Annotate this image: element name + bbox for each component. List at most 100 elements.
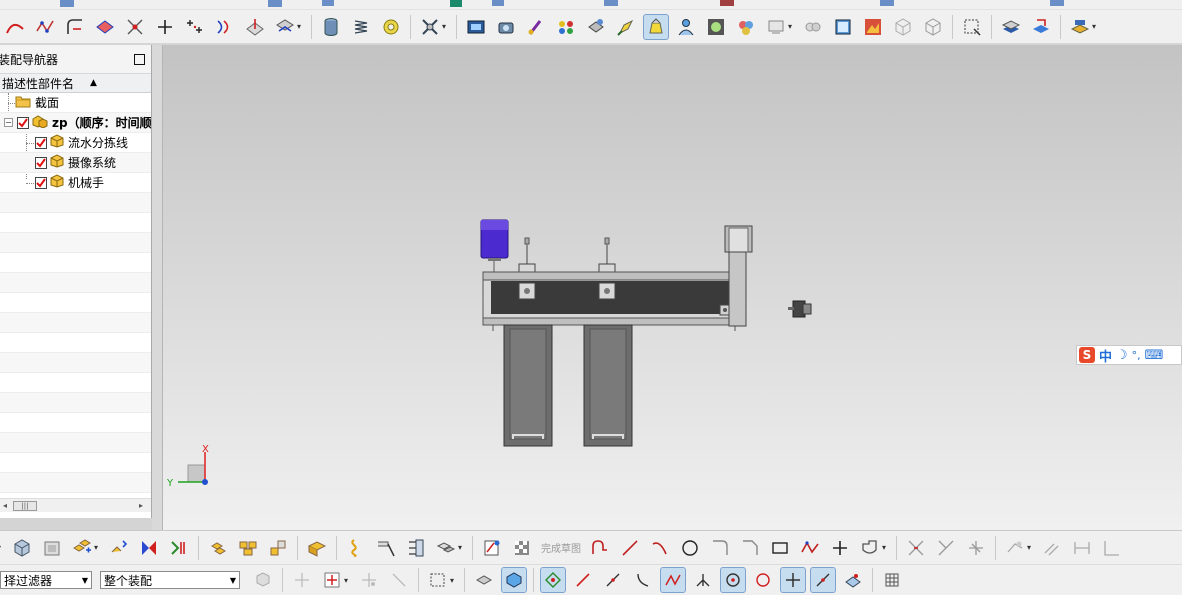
render-frame-icon[interactable] — [764, 15, 788, 39]
material-icon[interactable] — [584, 15, 608, 39]
snap-line-icon[interactable] — [601, 568, 625, 592]
rectangle-icon[interactable] — [768, 536, 792, 560]
rectangle-select-icon[interactable] — [426, 568, 450, 592]
wire-harness-icon[interactable] — [404, 536, 428, 560]
parallel-constraint-icon[interactable] — [1040, 536, 1064, 560]
sketch-options-icon[interactable] — [1100, 536, 1124, 560]
chevron-down-icon[interactable]: ▾ — [450, 576, 458, 585]
snap-existing-point-icon[interactable] — [780, 567, 806, 593]
snap-point-icon[interactable] — [290, 568, 314, 592]
chevron-down-icon[interactable]: ▾ — [297, 22, 305, 31]
cube-view-icon[interactable] — [831, 15, 855, 39]
chevron-down-icon[interactable]: ▾ — [94, 543, 102, 552]
profile-icon[interactable] — [588, 536, 612, 560]
point-set-icon[interactable] — [183, 15, 207, 39]
point-icon[interactable] — [828, 536, 852, 560]
chevron-down-icon[interactable]: ▾ — [458, 543, 466, 552]
snap-on-surface-icon[interactable] — [841, 568, 865, 592]
trim-curve-icon[interactable] — [123, 15, 147, 39]
assembly-constraint-icon[interactable] — [167, 536, 191, 560]
work-layer-icon[interactable] — [1068, 15, 1092, 39]
offset-curve-icon[interactable] — [213, 15, 237, 39]
mirror-assembly-icon[interactable] — [107, 536, 131, 560]
arc-icon[interactable] — [3, 15, 27, 39]
chevron-down-icon[interactable]: ▾ — [882, 543, 890, 552]
surface-patch-icon[interactable] — [93, 15, 117, 39]
chevron-down-icon[interactable]: ▾ — [1027, 543, 1035, 552]
offset-sketch-icon[interactable] — [858, 536, 882, 560]
chevron-down-icon[interactable]: ▾ — [442, 22, 450, 31]
component-array-icon[interactable] — [70, 536, 94, 560]
add-component-icon[interactable] — [10, 536, 34, 560]
component-group-icon[interactable] — [434, 536, 458, 560]
finish-sketch-flag-icon[interactable] — [510, 536, 534, 560]
visibility-checkbox[interactable] — [35, 136, 47, 149]
user-scene-icon[interactable] — [674, 15, 698, 39]
fillet-curve-icon[interactable] — [63, 15, 87, 39]
visibility-checkbox[interactable] — [17, 116, 29, 129]
column-header-part-name[interactable]: 描述性部件名 ▲ — [0, 73, 151, 93]
color-dots-icon[interactable] — [554, 15, 578, 39]
parts-list-icon[interactable] — [236, 536, 260, 560]
chevron-down-icon[interactable]: ▾ — [788, 22, 796, 31]
move-handle-icon[interactable] — [357, 568, 381, 592]
scrollbar-thumb[interactable]: ||| — [13, 500, 37, 511]
new-component-icon[interactable] — [40, 536, 64, 560]
snap-on-curve-icon[interactable] — [810, 567, 836, 593]
probe-icon[interactable] — [387, 568, 411, 592]
view-film-icon[interactable] — [464, 15, 488, 39]
ime-logo[interactable]: S — [1079, 347, 1095, 363]
tree-row-section[interactable]: 截面 — [0, 93, 151, 113]
image-icon[interactable] — [861, 15, 885, 39]
scroll-left-icon[interactable]: ◂ — [3, 501, 7, 510]
sphere-group-icon[interactable] — [734, 15, 758, 39]
spring-link-icon[interactable] — [344, 536, 368, 560]
snap-intersection-icon[interactable] — [691, 568, 715, 592]
scroll-right-icon[interactable]: ▸ — [139, 501, 143, 510]
ime-punctuation-icon[interactable]: °, — [1132, 349, 1141, 362]
wireframe-cube-icon[interactable] — [891, 15, 915, 39]
chevron-down-icon[interactable]: ▾ — [0, 543, 5, 552]
point-icon[interactable] — [153, 15, 177, 39]
select-frame-icon[interactable] — [960, 15, 984, 39]
visibility-checkbox[interactable] — [35, 156, 47, 169]
snap-quadrant-icon[interactable] — [751, 568, 775, 592]
intersect-curve-icon[interactable] — [273, 15, 297, 39]
ime-keyboard-icon[interactable]: ⌨ — [1145, 348, 1164, 363]
snap-curve-icon[interactable] — [631, 568, 655, 592]
clearance-icon[interactable] — [374, 536, 398, 560]
layer-blue-icon[interactable] — [999, 15, 1023, 39]
circle-icon[interactable] — [678, 536, 702, 560]
tree-row-assembly-root[interactable]: − zp（顺序：时间顺 — [0, 113, 151, 133]
line-icon[interactable] — [618, 536, 642, 560]
ime-halfwidth-icon[interactable]: ☽ — [1116, 348, 1128, 363]
project-curve-icon[interactable] — [243, 15, 267, 39]
snap-endpoints-icon[interactable] — [540, 567, 566, 593]
navigator-horizontal-scrollbar[interactable]: ◂ ||| ▸ — [0, 498, 151, 512]
constraint-icon[interactable] — [1003, 536, 1027, 560]
dimension-icon[interactable] — [1070, 536, 1094, 560]
graphics-viewport[interactable]: X Y — [162, 45, 1182, 530]
tree-row-robot-arm[interactable]: 机械手 — [0, 173, 151, 193]
studio-spline-icon[interactable] — [33, 15, 57, 39]
type-filter-dropdown[interactable]: 择过滤器 ▼ — [0, 571, 92, 589]
arc-icon[interactable] — [648, 536, 672, 560]
layer-move-icon[interactable] — [1029, 15, 1053, 39]
snap-midpoint-icon[interactable] — [571, 568, 595, 592]
chamfer-icon[interactable] — [738, 536, 762, 560]
collapse-toggle[interactable]: − — [4, 118, 13, 127]
snap-control-point-icon[interactable] — [660, 567, 686, 593]
scope-filter-dropdown[interactable]: 整个装配 ▼ — [100, 571, 240, 589]
chevron-down-icon[interactable]: ▾ — [1092, 22, 1100, 31]
selection-scope-icon[interactable] — [320, 568, 344, 592]
explode-view-icon[interactable] — [206, 536, 230, 560]
tree-row-camera-system[interactable]: 摄像系统 — [0, 153, 151, 173]
quick-trim-icon[interactable] — [904, 536, 928, 560]
camera-icon[interactable] — [494, 15, 518, 39]
brush-icon[interactable] — [524, 15, 548, 39]
chevron-down-icon[interactable]: ▾ — [344, 576, 352, 585]
spring-icon[interactable] — [349, 15, 373, 39]
visibility-checkbox[interactable] — [35, 176, 47, 189]
spotlight-icon[interactable] — [614, 15, 638, 39]
ime-toolbar[interactable]: S 中 ☽ °, ⌨ — [1076, 345, 1182, 365]
